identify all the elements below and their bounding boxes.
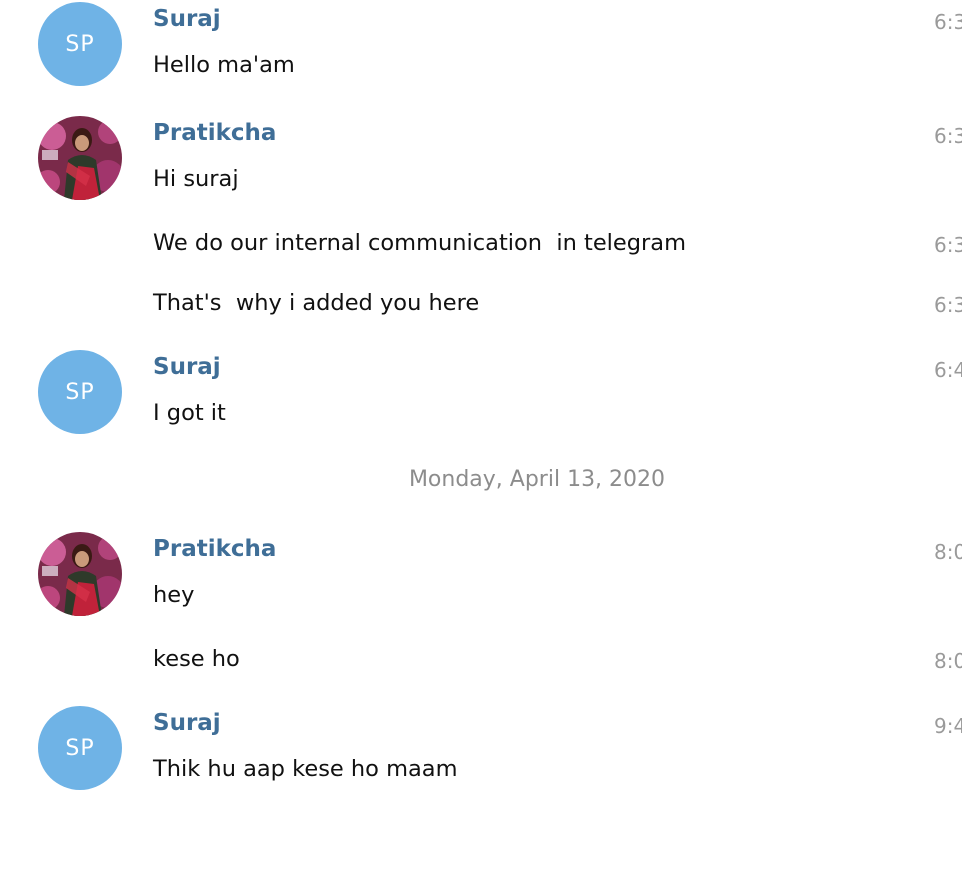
avatar-initials: SP xyxy=(65,379,95,405)
message-time: 6:3 xyxy=(934,293,962,317)
message-time: 6:4 xyxy=(934,358,962,382)
message-text: hey xyxy=(153,582,195,608)
sender-name[interactable]: Suraj xyxy=(153,354,221,380)
sender-name[interactable]: Suraj xyxy=(153,6,221,32)
sender-name[interactable]: Suraj xyxy=(153,710,221,736)
avatar[interactable] xyxy=(38,532,122,616)
message-text: Hi suraj xyxy=(153,166,239,192)
date-separator: Monday, April 13, 2020 xyxy=(408,467,666,492)
message-text: That's why i added you here xyxy=(153,290,480,316)
message-text: We do our internal communication in tele… xyxy=(153,230,687,256)
message-text: kese ho xyxy=(153,646,240,672)
message-time: 8:0 xyxy=(934,540,962,564)
message-text: Hello ma'am xyxy=(153,52,295,78)
avatar[interactable]: SP xyxy=(38,350,122,434)
sender-name[interactable]: Pratikcha xyxy=(153,120,276,146)
message-text: I got it xyxy=(153,400,226,426)
message-time: 6:3 xyxy=(934,10,962,34)
message-time: 9:4 xyxy=(934,714,962,738)
sender-name[interactable]: Pratikcha xyxy=(153,536,276,562)
avatar[interactable]: SP xyxy=(38,706,122,790)
chat-history: SP Suraj 6:3 Hello ma'am Pratikcha 6:3 H… xyxy=(0,0,962,874)
avatar[interactable]: SP xyxy=(38,2,122,86)
message-text: Thik hu aap kese ho maam xyxy=(153,756,458,782)
avatar[interactable] xyxy=(38,116,122,200)
message-time: 8:0 xyxy=(934,649,962,673)
profile-photo-icon xyxy=(38,532,122,616)
avatar-initials: SP xyxy=(65,31,95,57)
profile-photo-icon xyxy=(38,116,122,200)
avatar-initials: SP xyxy=(65,735,95,761)
message-time: 6:3 xyxy=(934,233,962,257)
message-time: 6:3 xyxy=(934,124,962,148)
